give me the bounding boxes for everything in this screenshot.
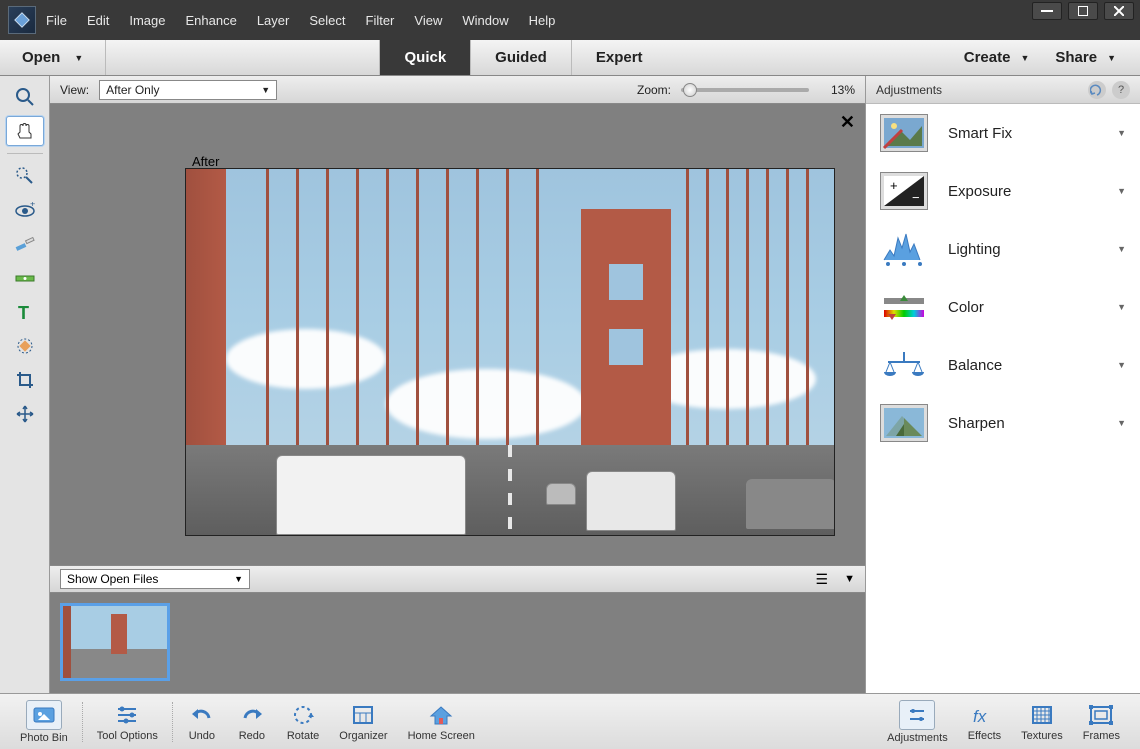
photo-bin-bar: Show Open Files ▼ ☰ ▼ [50, 565, 865, 593]
view-select[interactable]: After Only ▼ [99, 80, 277, 100]
menu-select[interactable]: Select [309, 13, 345, 28]
sb-effects[interactable]: fxEffects [958, 702, 1011, 742]
titlebar: File Edit Image Enhance Layer Select Fil… [0, 0, 1140, 40]
photo-bin [50, 593, 865, 693]
adj-lighting[interactable]: Lighting▼ [866, 220, 1140, 278]
color-icon [880, 288, 928, 326]
menu-image[interactable]: Image [129, 13, 165, 28]
menu-window[interactable]: Window [462, 13, 508, 28]
svg-text:+: + [890, 178, 898, 193]
sb-rotate[interactable]: Rotate [277, 702, 329, 742]
caret-down-icon: ▼ [1117, 418, 1126, 428]
minimize-button[interactable] [1032, 2, 1062, 20]
sb-frames[interactable]: Frames [1073, 702, 1130, 742]
zoom-tool[interactable] [6, 82, 44, 112]
adj-color[interactable]: Color▼ [866, 278, 1140, 336]
zoom-value: 13% [819, 83, 855, 97]
menu-layer[interactable]: Layer [257, 13, 290, 28]
menu-view[interactable]: View [414, 13, 442, 28]
main-area: + T View: After Only ▼ Zoom: 13% ✕ After [0, 76, 1140, 693]
bin-collapse-icon[interactable]: ▼ [844, 573, 855, 585]
adjustments-panel: Adjustments ? Smart Fix▼ +− Exposure▼ Li… [865, 76, 1140, 693]
document-close-icon[interactable]: ✕ [840, 112, 855, 133]
caret-down-icon: ▼ [74, 53, 83, 63]
center-area: View: After Only ▼ Zoom: 13% ✕ After [50, 76, 865, 693]
spot-heal-tool[interactable] [6, 331, 44, 361]
tool-column: + T [0, 76, 50, 693]
svg-text:fx: fx [973, 707, 987, 726]
balance-icon [880, 346, 928, 384]
options-bar: View: After Only ▼ Zoom: 13% [50, 76, 865, 104]
tab-expert[interactable]: Expert [571, 40, 667, 75]
sb-organizer[interactable]: Organizer [329, 702, 397, 742]
bin-select[interactable]: Show Open Files ▼ [60, 569, 250, 589]
sb-adjustments[interactable]: Adjustments [877, 700, 958, 744]
sb-photo-bin[interactable]: Photo Bin [10, 700, 78, 744]
share-button[interactable]: Share▼ [1045, 49, 1126, 66]
exposure-icon: +− [880, 172, 928, 210]
caret-down-icon: ▼ [1107, 53, 1116, 63]
lighting-icon [880, 230, 928, 268]
modebar: Open ▼ Quick Guided Expert Create▼ Share… [0, 40, 1140, 76]
create-button[interactable]: Create▼ [954, 49, 1040, 66]
caret-down-icon: ▼ [1117, 360, 1126, 370]
type-tool[interactable]: T [6, 297, 44, 327]
caret-down-icon: ▼ [1117, 244, 1126, 254]
quick-select-tool[interactable] [6, 161, 44, 191]
sb-undo[interactable]: Undo [177, 702, 227, 742]
tab-guided[interactable]: Guided [470, 40, 571, 75]
zoom-slider[interactable] [681, 88, 809, 92]
maximize-button[interactable] [1068, 2, 1098, 20]
menu-file[interactable]: File [46, 13, 67, 28]
open-label: Open [22, 49, 60, 66]
adj-smart-fix[interactable]: Smart Fix▼ [866, 104, 1140, 162]
photo-canvas[interactable] [185, 168, 835, 536]
svg-text:T: T [18, 303, 29, 322]
statusbar: Photo Bin Tool Options Undo Redo Rotate … [0, 693, 1140, 749]
svg-text:+: + [30, 202, 35, 209]
zoom-thumb[interactable] [683, 83, 697, 97]
bin-menu-icon[interactable]: ☰ [816, 571, 829, 588]
zoom-label: Zoom: [637, 83, 671, 97]
sb-redo[interactable]: Redo [227, 702, 277, 742]
open-button[interactable]: Open ▼ [0, 40, 106, 75]
caret-down-icon: ▼ [234, 574, 243, 584]
crop-tool[interactable] [6, 365, 44, 395]
view-label: View: [60, 83, 89, 97]
sb-tool-options[interactable]: Tool Options [87, 702, 168, 742]
app-icon [8, 6, 36, 34]
tab-quick[interactable]: Quick [379, 40, 470, 75]
menu-filter[interactable]: Filter [366, 13, 395, 28]
menu-edit[interactable]: Edit [87, 13, 109, 28]
sb-home-screen[interactable]: Home Screen [398, 702, 485, 742]
caret-down-icon: ▼ [1020, 53, 1029, 63]
sharpen-icon [880, 404, 928, 442]
caret-down-icon: ▼ [1117, 128, 1126, 138]
caret-down-icon: ▼ [1117, 302, 1126, 312]
svg-text:−: − [912, 190, 920, 205]
adjustments-header: Adjustments ? [866, 76, 1140, 104]
close-button[interactable] [1104, 2, 1134, 20]
move-tool[interactable] [6, 399, 44, 429]
adj-exposure[interactable]: +− Exposure▼ [866, 162, 1140, 220]
adj-sharpen[interactable]: Sharpen▼ [866, 394, 1140, 452]
help-icon[interactable]: ? [1112, 81, 1130, 99]
bin-thumbnail[interactable] [60, 603, 170, 681]
caret-down-icon: ▼ [1117, 186, 1126, 196]
sb-textures[interactable]: Textures [1011, 702, 1073, 742]
straighten-tool[interactable] [6, 263, 44, 293]
smart-fix-icon [880, 114, 928, 152]
menu-enhance[interactable]: Enhance [186, 13, 237, 28]
adj-balance[interactable]: Balance▼ [866, 336, 1140, 394]
redeye-tool[interactable]: + [6, 195, 44, 225]
after-label: After [192, 154, 219, 169]
menubar: File Edit Image Enhance Layer Select Fil… [46, 13, 555, 28]
whiten-tool[interactable] [6, 229, 44, 259]
canvas-area: ✕ After [50, 104, 865, 565]
menu-help[interactable]: Help [529, 13, 556, 28]
reset-icon[interactable] [1088, 81, 1106, 99]
window-controls [1032, 2, 1134, 20]
caret-down-icon: ▼ [261, 85, 270, 95]
hand-tool[interactable] [6, 116, 44, 146]
